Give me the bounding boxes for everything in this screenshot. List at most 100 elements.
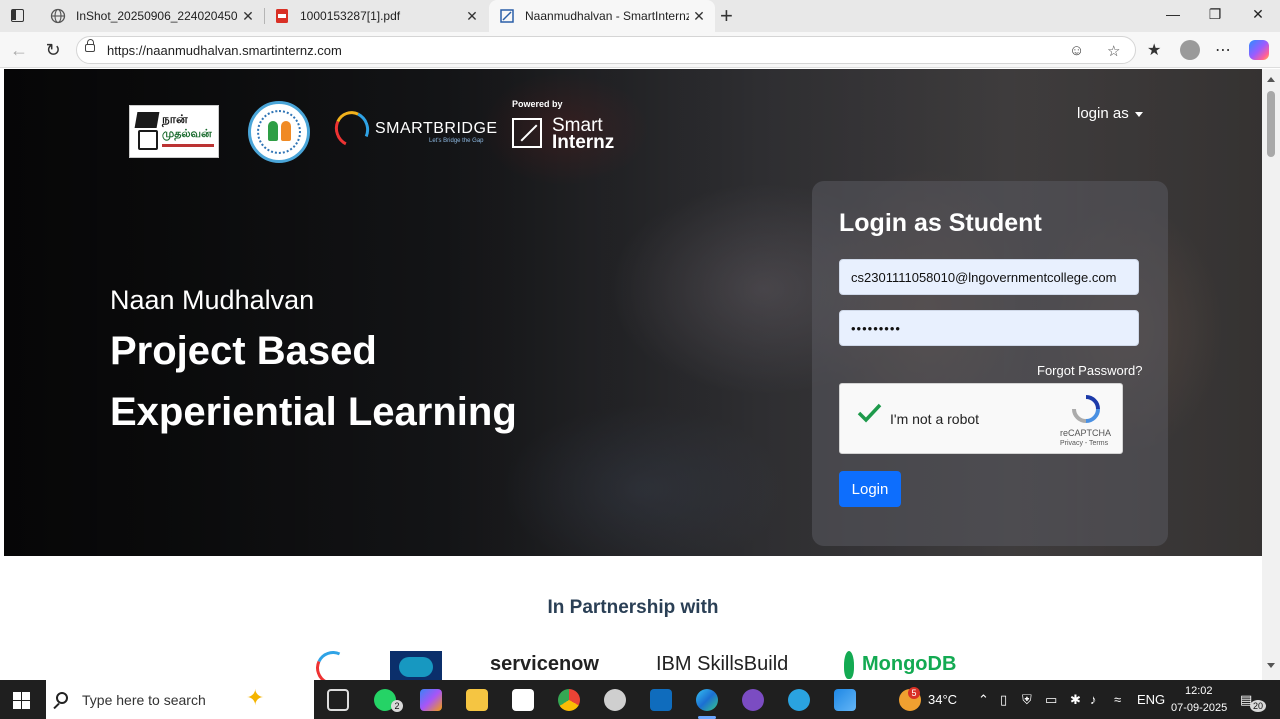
weather-badge: 5 <box>908 687 920 699</box>
favorites-icon[interactable]: ★ <box>1147 40 1161 60</box>
smartinternz-mark-icon <box>512 118 542 148</box>
tab-actions-icon[interactable] <box>8 7 28 25</box>
graduation-cap-icon <box>134 112 160 128</box>
show-hidden-icons-icon[interactable]: ⌃ <box>978 692 989 708</box>
battery-icon[interactable]: ▭ <box>1045 692 1057 708</box>
scrollbar-thumb[interactable] <box>1267 91 1275 157</box>
ibm-skillsbuild-logo: IBM SkillsBuild <box>656 653 789 675</box>
mongodb-leaf-icon <box>844 651 854 679</box>
scroll-down-icon[interactable] <box>1267 663 1275 668</box>
file-explorer-icon[interactable] <box>466 689 488 711</box>
whatsapp-badge: 2 <box>391 700 403 712</box>
windows-start-icon[interactable] <box>13 692 30 709</box>
email-field[interactable] <box>839 259 1139 295</box>
close-window-icon[interactable]: ✕ <box>1248 6 1268 23</box>
recaptcha-widget: I'm not a robot reCAPTCHA Privacy - Term… <box>839 383 1123 454</box>
favorite-star-icon[interactable]: ☆ <box>1107 42 1120 60</box>
naan-mudhalvan-logo[interactable]: நான் முதல்வன் <box>129 105 219 158</box>
login-button[interactable]: Login <box>839 471 901 507</box>
partner-swoosh-logo <box>311 647 355 680</box>
close-tab-icon[interactable]: ✕ <box>689 8 709 25</box>
logo-text: முதல்வன் <box>162 128 212 140</box>
password-field[interactable] <box>839 310 1139 346</box>
tab-inshot[interactable]: InShot_20250906_224020450 ✕ <box>40 0 264 32</box>
login-as-dropdown[interactable]: login as <box>1077 105 1143 122</box>
powered-by-label: Powered by <box>512 99 563 109</box>
bluetooth-icon[interactable]: ✱ <box>1070 692 1081 708</box>
address-bar[interactable]: https://naanmudhalvan.smartinternz.com ☺… <box>76 36 1136 64</box>
github-icon[interactable] <box>742 689 764 711</box>
clock-date[interactable]: 07-09-2025 <box>1171 702 1227 714</box>
weather-temperature[interactable]: 34°C <box>928 692 957 707</box>
forgot-password-link[interactable]: Forgot Password? <box>1037 363 1143 378</box>
language-indicator[interactable]: ENG <box>1137 692 1165 707</box>
hero-title-line2: Experiential Learning <box>110 390 517 434</box>
edge-icon[interactable] <box>696 689 718 711</box>
tab-title: 1000153287[1].pdf <box>300 9 401 23</box>
notification-count: 20 <box>1250 700 1266 712</box>
outlook-icon[interactable] <box>650 689 672 711</box>
hero-subtitle: Naan Mudhalvan <box>110 285 315 315</box>
hero-banner: நான் முதல்வன் SMARTBRIDGE Let's Bridge t… <box>4 69 1262 556</box>
tab-title: Naanmudhalvan - SmartInternz <box>525 9 689 23</box>
settings-gear-icon[interactable] <box>604 689 626 711</box>
search-icon <box>56 692 68 704</box>
taskbar-search-box[interactable]: Type here to search ✦ <box>46 680 314 719</box>
login-heading: Login as Student <box>839 209 1042 237</box>
lock-icon[interactable] <box>85 39 95 52</box>
url-text[interactable]: https://naanmudhalvan.smartinternz.com <box>107 43 342 58</box>
microsoft-365-icon[interactable] <box>420 689 442 711</box>
recaptcha-privacy-terms[interactable]: Privacy - Terms <box>1060 440 1108 447</box>
search-placeholder: Type here to search <box>82 692 206 708</box>
page-viewport: நான் முதல்வன் SMARTBRIDGE Let's Bridge t… <box>0 69 1280 680</box>
skill-development-seal-logo <box>248 101 310 163</box>
close-tab-icon[interactable]: ✕ <box>238 8 258 25</box>
mongodb-logo: MongoDB <box>862 653 957 675</box>
caret-down-icon <box>1134 111 1143 117</box>
recaptcha-brand: reCAPTCHA <box>1060 428 1112 438</box>
smartinternz-logo: Smart Internz <box>512 115 642 155</box>
globe-icon <box>50 8 66 24</box>
volume-icon[interactable]: ♪ <box>1090 692 1097 707</box>
partnership-heading: In Partnership with <box>547 597 719 618</box>
photos-icon[interactable] <box>834 689 856 711</box>
back-icon[interactable]: ← <box>8 40 30 60</box>
telegram-icon[interactable] <box>788 689 810 711</box>
more-menu-icon[interactable]: ⋯ <box>1215 40 1231 60</box>
smartbridge-swoosh-icon <box>329 106 375 152</box>
minimize-icon[interactable]: — <box>1163 6 1183 22</box>
microsoft-store-icon[interactable] <box>512 689 534 711</box>
wifi-icon[interactable]: ≈ <box>1114 692 1121 707</box>
close-tab-icon[interactable]: ✕ <box>462 8 482 25</box>
login-card: Login as Student Forgot Password? I'm no… <box>812 181 1168 546</box>
restore-icon[interactable]: ❐ <box>1205 6 1225 23</box>
smartbridge-logo: SMARTBRIDGE Let's Bridge the Gap <box>329 106 497 153</box>
servicenow-logo: servicenow <box>490 653 599 675</box>
web-page-icon <box>499 8 515 24</box>
partner-logo-strip: servicenow IBM SkillsBuild MongoDB <box>0 647 1262 680</box>
copilot-icon[interactable] <box>1249 40 1269 60</box>
device-icon[interactable]: ▯ <box>1000 692 1007 708</box>
captcha-label: I'm not a robot <box>890 411 980 427</box>
logo-underline <box>162 144 214 147</box>
browser-toolbar: ← ↻ https://naanmudhalvan.smartinternz.c… <box>0 32 1280 68</box>
pdf-icon <box>274 8 290 24</box>
salesforce-logo <box>390 651 442 680</box>
page-scrollbar[interactable] <box>1262 69 1280 680</box>
captcha-checkbox-checked-icon[interactable] <box>856 400 882 426</box>
tab-pdf[interactable]: 1000153287[1].pdf ✕ <box>264 0 488 32</box>
clock-time[interactable]: 12:02 <box>1185 685 1213 697</box>
reader-mode-icon[interactable]: ☺ <box>1069 42 1084 59</box>
task-view-icon[interactable] <box>327 689 349 711</box>
tab-title: InShot_20250906_224020450 <box>76 9 238 23</box>
hero-title-line1: Project Based <box>110 329 377 373</box>
scroll-up-icon[interactable] <box>1267 77 1275 82</box>
security-shield-icon[interactable]: ⛨ <box>1022 692 1032 708</box>
tab-naanmudhalvan[interactable]: Naanmudhalvan - SmartInternz ✕ <box>489 0 715 32</box>
search-highlight-icon[interactable]: ✦ <box>246 685 264 711</box>
reload-icon[interactable]: ↻ <box>42 40 64 60</box>
new-tab-icon[interactable]: + <box>720 3 733 29</box>
profile-avatar-icon[interactable] <box>1180 40 1200 60</box>
chrome-icon[interactable] <box>558 689 580 711</box>
browser-tab-strip: InShot_20250906_224020450 ✕ 1000153287[1… <box>0 0 1280 32</box>
